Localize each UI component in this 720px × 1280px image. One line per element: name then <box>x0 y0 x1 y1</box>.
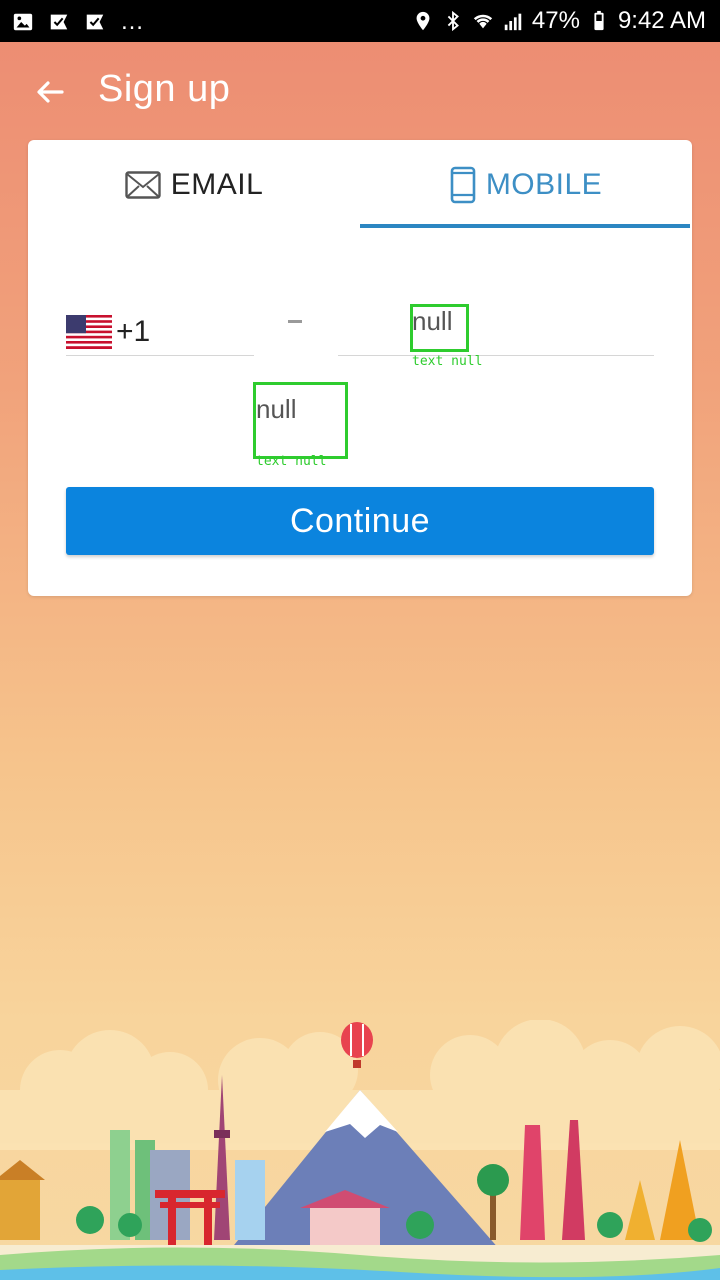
annotation-box-2 <box>253 382 348 459</box>
signal-icon <box>504 13 522 31</box>
secondary-input[interactable]: null text null <box>60 382 656 469</box>
status-right: 47% 9:42 AM <box>412 7 706 35</box>
continue-button[interactable]: Continue <box>66 487 654 555</box>
tab-indicator <box>360 224 690 228</box>
battery-icon <box>594 10 604 31</box>
country-code-text: +1 <box>116 314 151 348</box>
battery-percent: 47% <box>531 7 580 34</box>
app-bar: Sign up <box>0 42 720 142</box>
gallery-icon <box>13 13 33 31</box>
country-code-selector[interactable]: +1 <box>66 308 254 356</box>
location-icon <box>416 11 430 31</box>
tab-mobile[interactable]: MOBILE <box>360 140 692 230</box>
annotation-label-2: text null <box>256 454 327 469</box>
phone-number-input[interactable]: null text null <box>338 304 654 369</box>
wifi-icon <box>473 14 493 29</box>
signup-card: EMAIL MOBILE +1 null text null null text… <box>28 140 692 596</box>
status-bar: … 47% 9:42 AM <box>0 0 720 42</box>
page-title: Sign up <box>98 68 231 110</box>
tab-email[interactable]: EMAIL <box>28 140 360 230</box>
annotation-box <box>410 304 469 352</box>
notification-icon <box>50 14 68 30</box>
annotation-label: text null <box>412 354 483 369</box>
status-left: … <box>12 8 144 36</box>
back-arrow-icon[interactable] <box>30 72 70 112</box>
tab-mobile-label: MOBILE <box>485 168 603 201</box>
city-skyline-illustration <box>0 1020 720 1280</box>
bluetooth-icon <box>447 10 459 32</box>
separator-dash <box>288 320 302 323</box>
us-flag-icon <box>66 314 112 349</box>
more-notifications: … <box>120 8 144 35</box>
envelope-icon <box>125 171 161 199</box>
clock: 9:42 AM <box>617 7 706 34</box>
tab-email-label: EMAIL <box>170 168 264 201</box>
notification-icon-2 <box>86 14 104 30</box>
phone-icon <box>450 166 476 204</box>
